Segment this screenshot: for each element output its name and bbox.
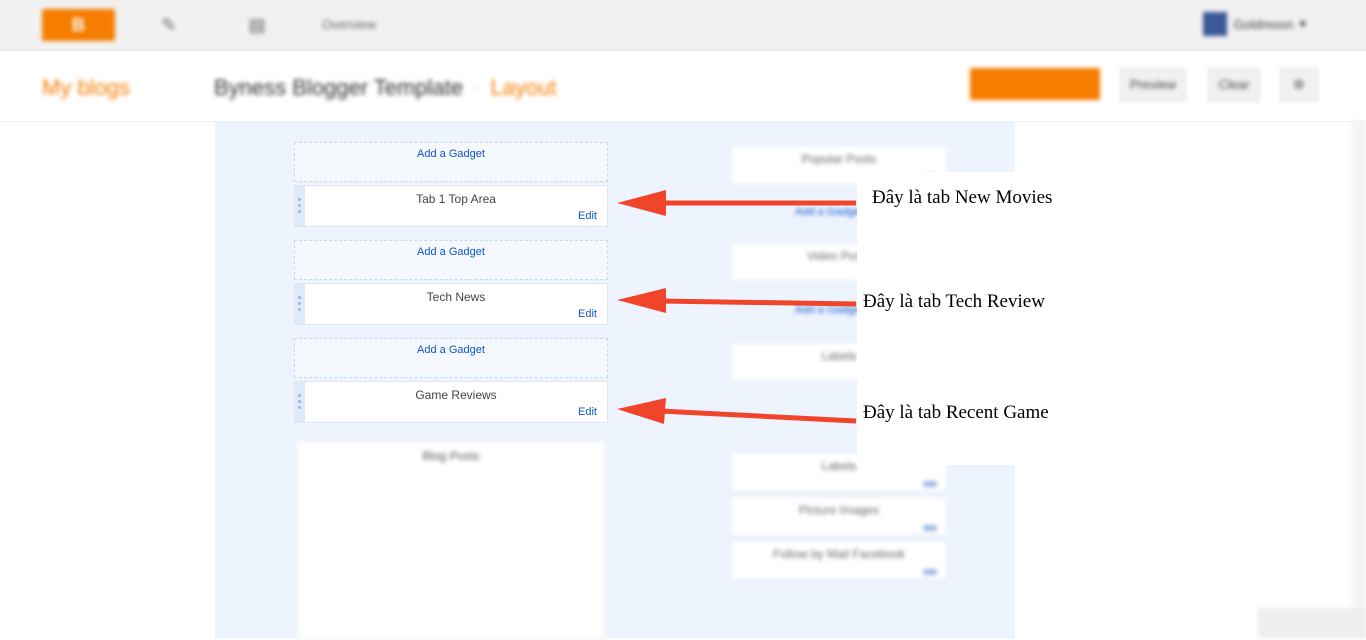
arrow-tech-review [617,288,857,313]
annotation-new-movies: Đây là tab New Movies [872,187,1053,208]
scrollbar[interactable] [1352,121,1366,638]
arrow-new-movies [617,190,856,216]
annotation-recent-game: Đây là tab Recent Game [863,402,1049,423]
annotation-tech-review: Đây là tab Tech Review [863,291,1045,312]
send-feedback-button[interactable] [1258,608,1366,638]
arrow-recent-game [617,398,857,424]
annotation-arrows [617,190,857,424]
